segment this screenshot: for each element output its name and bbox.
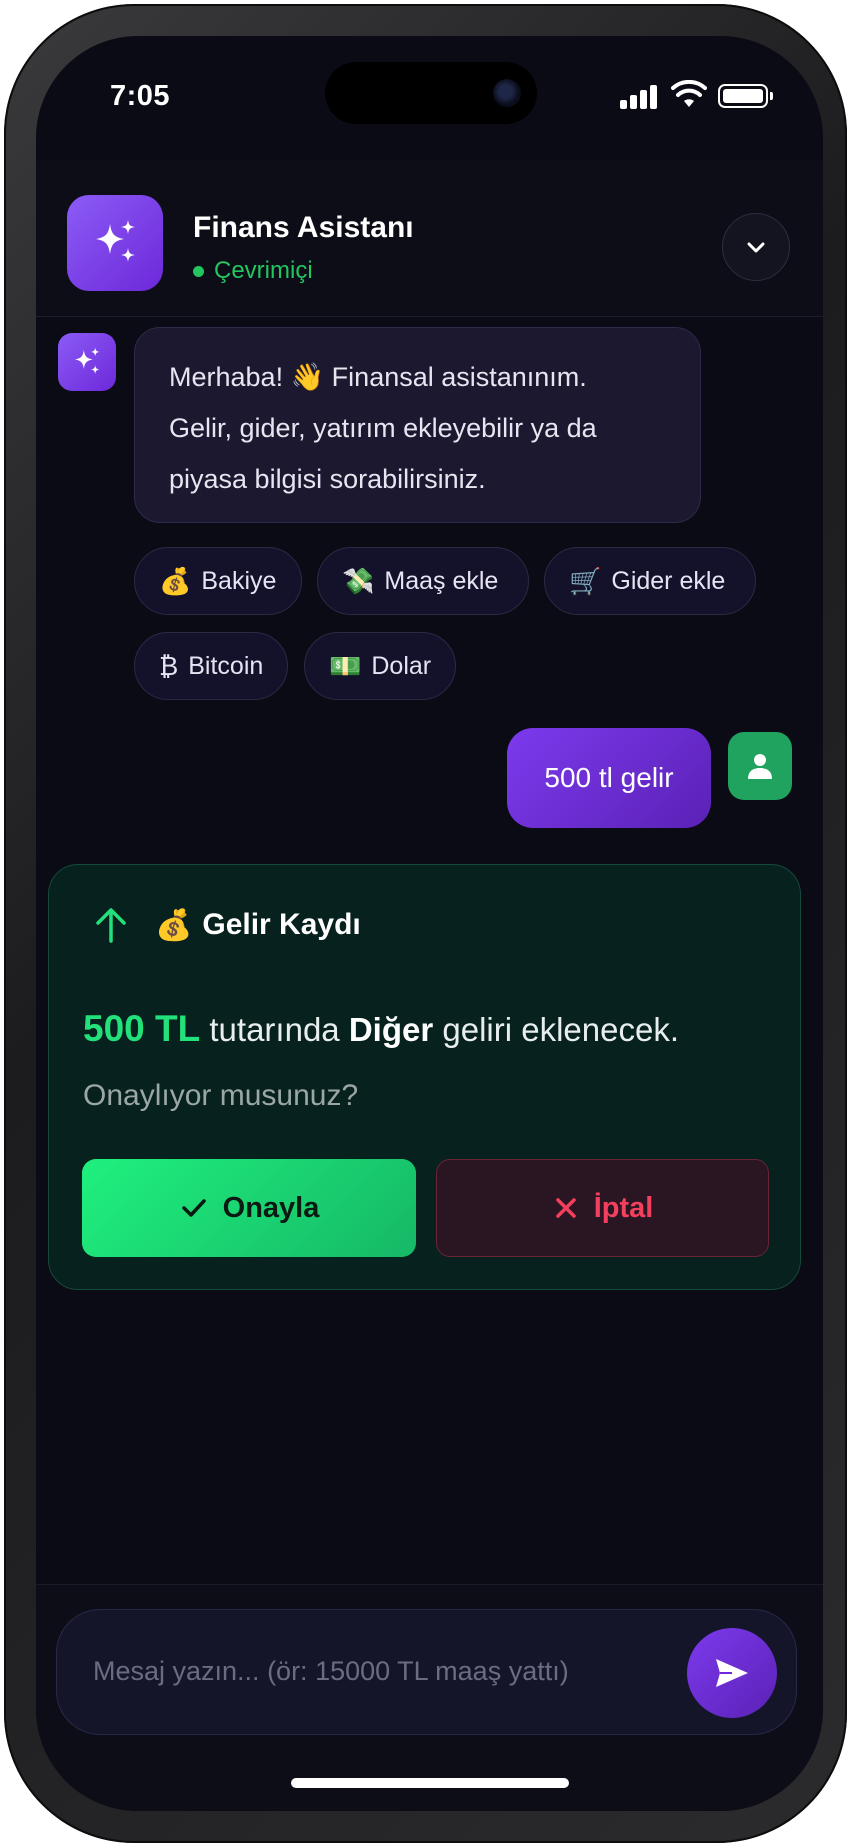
user-icon (748, 754, 772, 779)
home-indicator[interactable] (291, 1778, 569, 1788)
cancel-button-label: İptal (593, 1191, 654, 1224)
money-bag-icon: 💰 (159, 565, 192, 596)
confirm-question: Onaylıyor musunuz? (83, 1079, 359, 1112)
status-time: 7:05 (110, 80, 171, 112)
online-status: Çevrimiçi (193, 257, 313, 285)
money-bag-icon: 💰 (155, 908, 193, 942)
sparkles-icon (67, 195, 163, 291)
assistant-message-bubble: Merhaba! 👋 Finansal asistanınım. Gelir, … (134, 327, 701, 523)
message-input[interactable] (93, 1646, 653, 1696)
dollar-banknote-icon: 💵 (329, 650, 362, 681)
card-header: 💰 Gelir Kaydı (89, 903, 361, 947)
user-avatar (728, 732, 792, 800)
message-input-container (56, 1609, 797, 1735)
card-title: 💰 Gelir Kaydı (155, 908, 361, 943)
shopping-cart-icon: 🛒 (569, 565, 602, 596)
collapse-button[interactable] (722, 213, 790, 281)
send-icon (716, 1659, 748, 1687)
assistant-message-line: Gelir, gider, yatırım ekleyebilir ya da (169, 413, 597, 443)
cancel-button[interactable]: İptal (436, 1159, 769, 1257)
phone-frame: 7:05 Finans Asistanı Çevrimiçi Merhaba! … (4, 4, 847, 1843)
close-icon (555, 1198, 576, 1218)
online-dot-icon (193, 265, 204, 277)
confirm-button[interactable]: Onayla (82, 1159, 416, 1257)
online-status-label: Çevrimiçi (214, 257, 313, 284)
chip-gider-ekle[interactable]: 🛒 Gider ekle (544, 547, 756, 615)
chip-label: Dolar (371, 651, 432, 680)
bitcoin-icon: ₿ (159, 650, 179, 681)
dynamic-island (325, 62, 537, 124)
chat-header: Finans Asistanı Çevrimiçi (36, 161, 823, 317)
money-wings-icon: 💸 (342, 565, 375, 596)
assistant-message-line: Merhaba! 👋 Finansal asistanınım. (169, 362, 587, 392)
chip-label: Gider ekle (611, 566, 726, 595)
check-icon (181, 1199, 206, 1217)
signal-icon (620, 85, 658, 109)
camera-icon (493, 79, 521, 107)
summary-end-text: geliri eklenecek. (442, 1011, 679, 1048)
summary-mid-text: tutarında (209, 1011, 340, 1048)
amount-value: 500 TL (83, 1008, 201, 1049)
chevron-down-icon (747, 242, 765, 253)
send-button[interactable] (687, 1628, 777, 1718)
chip-label: Bitcoin (188, 651, 264, 680)
arrow-up-icon (96, 908, 126, 943)
wifi-icon (671, 80, 707, 107)
battery-icon (718, 84, 773, 108)
income-confirm-card: 💰 Gelir Kaydı 500 TL tutarında Diğer gel… (48, 864, 801, 1290)
card-title-text: Gelir Kaydı (202, 908, 361, 941)
chip-label: Bakiye (201, 566, 277, 595)
category-value: Diğer (348, 1011, 434, 1048)
app-screen: 7:05 Finans Asistanı Çevrimiçi Merhaba! … (36, 36, 823, 1811)
chip-dolar[interactable]: 💵 Dolar (304, 632, 456, 700)
chip-bakiye[interactable]: 💰 Bakiye (134, 547, 302, 615)
assistant-title: Finans Asistanı (193, 211, 414, 244)
confirm-summary: 500 TL tutarında Diğer geliri eklenecek. (83, 1008, 679, 1050)
user-message-bubble: 500 tl gelir (507, 728, 711, 828)
chip-bitcoin[interactable]: ₿ Bitcoin (134, 632, 288, 700)
assistant-avatar (58, 333, 116, 391)
chip-maas-ekle[interactable]: 💸 Maaş ekle (317, 547, 529, 615)
assistant-message-line: piyasa bilgisi sorabilirsiniz. (169, 464, 486, 494)
confirm-button-label: Onayla (222, 1191, 320, 1224)
chip-label: Maaş ekle (384, 566, 499, 595)
sparkles-icon (75, 347, 100, 374)
